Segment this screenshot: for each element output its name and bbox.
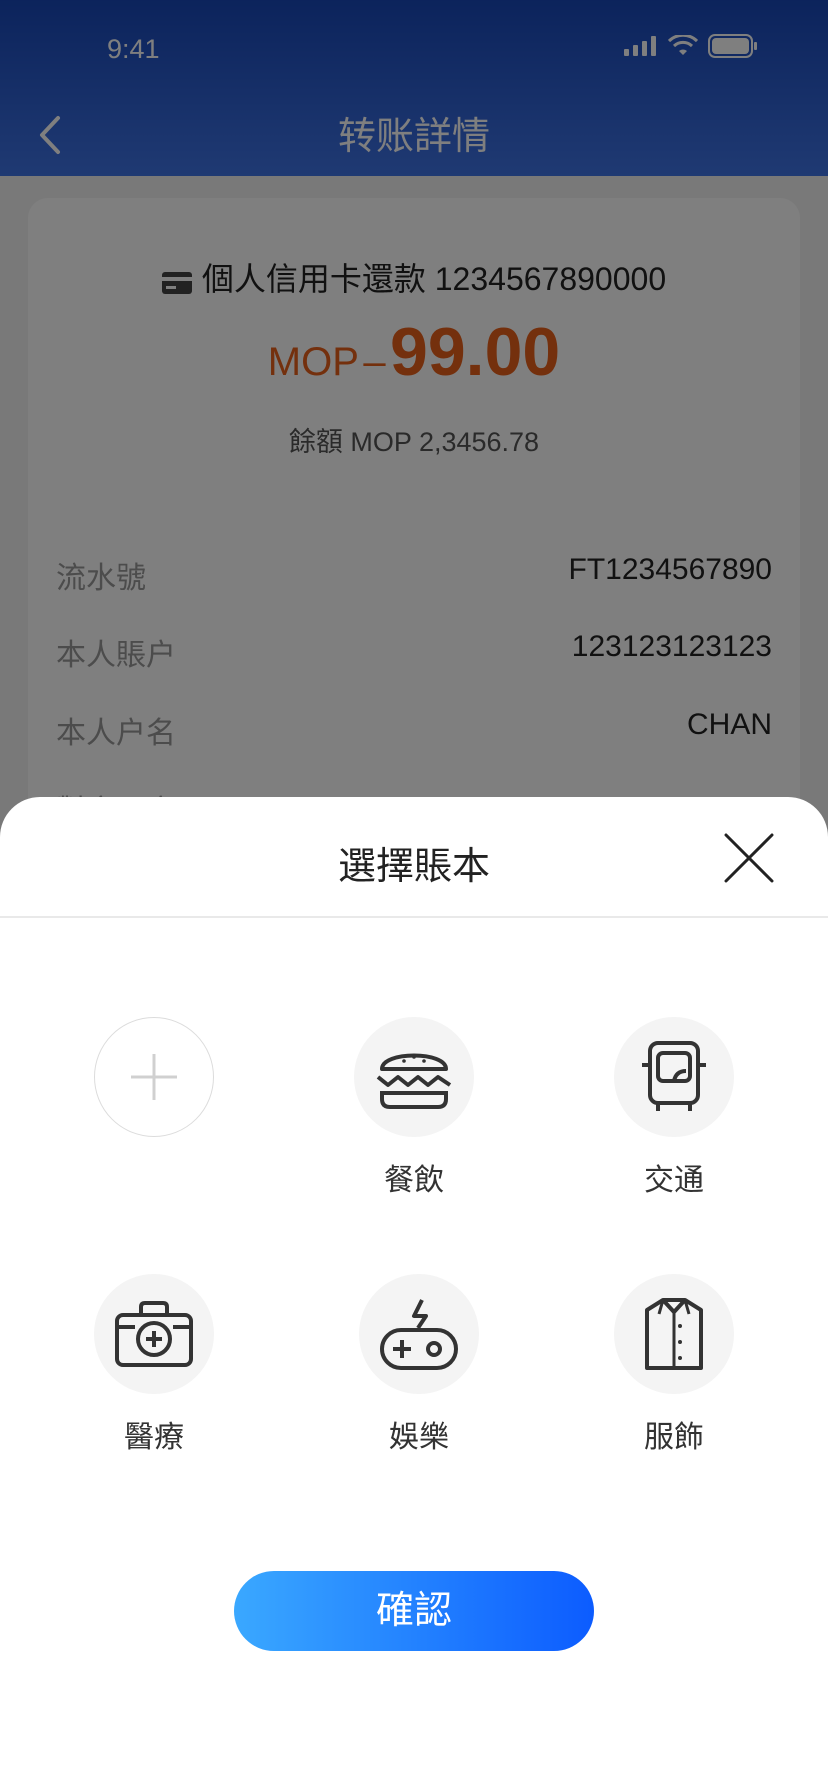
category-entertainment[interactable]: 娛樂 [319,1274,519,1456]
category-label: 服飾 [644,1421,704,1454]
category-clothing[interactable]: 服飾 [574,1274,774,1456]
bus-icon [642,1041,706,1111]
category-icon-circle [359,1274,479,1394]
category-transport[interactable]: 交通 [574,1017,774,1199]
burger-icon [376,1053,452,1109]
category-label: 交通 [644,1164,704,1197]
divider [0,916,828,918]
medical-kit-icon [115,1301,193,1367]
category-icon-circle [614,1274,734,1394]
category-icon-circle [354,1017,474,1137]
gamepad-icon [380,1299,458,1370]
sheet-title: 選擇賬本 [337,846,490,888]
close-icon[interactable] [718,827,780,889]
shirt-icon [645,1298,703,1370]
category-icon-circle [94,1274,214,1394]
category-add[interactable] [54,1017,254,1155]
category-medical[interactable]: 醫療 [54,1274,254,1456]
category-label: 醫療 [124,1421,184,1454]
confirm-button[interactable]: 確認 [234,1571,594,1651]
category-label: 娛樂 [389,1421,449,1454]
category-dining[interactable]: 餐飲 [314,1017,514,1199]
category-label: 餐飲 [384,1164,444,1197]
category-icon-circle [614,1017,734,1137]
add-category-button[interactable] [94,1017,214,1137]
add-icon [131,1054,177,1100]
